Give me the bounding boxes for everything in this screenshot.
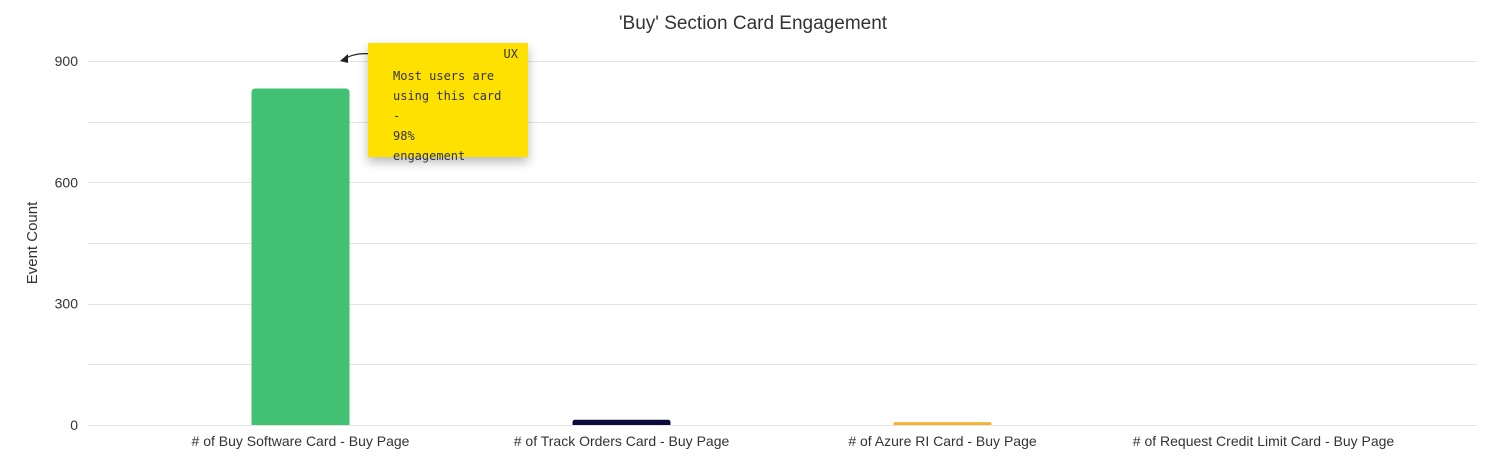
y-tick-label: 300: [55, 296, 79, 312]
x-tick-label: # of Buy Software Card - Buy Page: [192, 433, 410, 449]
chart-title: 'Buy' Section Card Engagement: [619, 13, 888, 34]
x-tick-label: # of Track Orders Card - Buy Page: [514, 433, 730, 449]
x-tick-label: # of Azure RI Card - Buy Page: [848, 433, 1037, 449]
annotation-tag: UX: [503, 47, 518, 61]
annotation-note[interactable]: UX Most users are using this card - 98% …: [368, 43, 528, 163]
y-tick-label: 0: [70, 417, 78, 433]
y-tick-label: 600: [55, 174, 79, 190]
x-tick-label: # of Request Credit Limit Card - Buy Pag…: [1133, 433, 1395, 449]
annotation-text: Most users are using this card - 98% eng…: [393, 69, 502, 163]
y-axis-label: Event Count: [24, 201, 41, 284]
x-axis-ticks: # of Buy Software Card - Buy Page # of Tr…: [192, 433, 1395, 449]
y-axis-ticks: 0 300 600 900: [55, 53, 79, 433]
bar[interactable]: [572, 419, 671, 425]
bar-chart: 'Buy' Section Card Engagement Event Coun…: [24, 13, 1477, 449]
bar[interactable]: [893, 422, 992, 425]
bar[interactable]: [251, 88, 350, 425]
bars: [251, 88, 992, 425]
y-tick-label: 900: [55, 53, 79, 69]
